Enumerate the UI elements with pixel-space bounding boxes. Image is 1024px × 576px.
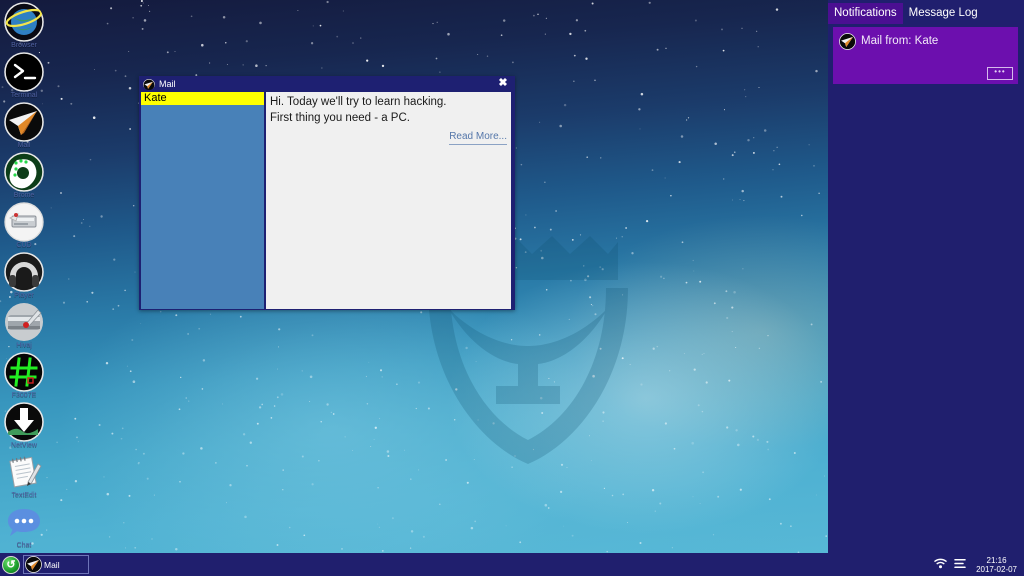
- desktop-icon-browser[interactable]: Browser: [0, 2, 48, 52]
- desktop-icon-hivaj[interactable]: Hivaj: [0, 302, 48, 352]
- desktop-icon-label: Browser: [11, 42, 37, 49]
- mail-icon: [839, 33, 856, 50]
- desktop-icon-label: Brome: [13, 192, 35, 199]
- taskbar-window-mail[interactable]: Mail: [23, 555, 89, 574]
- list-menu-icon[interactable]: [954, 556, 966, 574]
- brome-icon: [4, 152, 44, 192]
- tab-message-log[interactable]: Message Log: [903, 3, 984, 24]
- desktop-icon-label: Terminal: [10, 92, 38, 99]
- mail-window-titlebar[interactable]: Mail ✖: [139, 76, 515, 91]
- desktop-icon-textedit[interactable]: TextEdit: [0, 452, 48, 502]
- notification-tabs: Notifications Message Log: [828, 0, 1024, 24]
- taskbar: ↺ Mail 21:16 2017-02-07: [0, 553, 1024, 576]
- notification-panel: Notifications Message Log Mail from: Kat…: [828, 0, 1024, 576]
- desktop-icon-label: Player: [14, 292, 34, 299]
- clock-time: 21:16: [986, 555, 1007, 565]
- desktop-icon-player[interactable]: Player: [0, 252, 48, 302]
- start-button[interactable]: ↺: [2, 555, 20, 574]
- mail-window[interactable]: Mail ✖ Kate Hi. Today we'll try to learn…: [139, 76, 515, 310]
- desktop-icon-terminal[interactable]: Terminal: [0, 52, 48, 102]
- desktop-icon-netview[interactable]: NetView: [0, 402, 48, 452]
- desktop-icon-label: Hivaj: [16, 342, 32, 349]
- notification-more-button[interactable]: •••: [987, 67, 1013, 80]
- terminal-icon: [4, 52, 44, 92]
- textedit-icon: [4, 452, 44, 492]
- tab-notifications[interactable]: Notifications: [828, 3, 903, 24]
- mail-window-title: Mail: [159, 78, 176, 89]
- read-more-link[interactable]: Read More...: [449, 130, 507, 145]
- hivaj-icon: [4, 302, 44, 342]
- message-line: First thing you need - a PC.: [270, 112, 410, 124]
- desktop-icon-label: Mail: [17, 142, 31, 149]
- notification-text: Mail from: Kate: [861, 35, 939, 47]
- desktop-icon-label: Chat: [16, 542, 32, 549]
- system-tray: 21:16 2017-02-07: [934, 556, 1024, 574]
- mail-message-pane: Hi. Today we'll try to learn hacking. Fi…: [266, 92, 511, 309]
- desktop-icon-column: Browser Terminal Mail Brome CUD Player H…: [0, 0, 48, 552]
- desktop-icon-label: NetView: [11, 442, 37, 449]
- cud-icon: [4, 202, 44, 242]
- notification-item[interactable]: Mail from: Kate •••: [833, 27, 1018, 84]
- mail-sender-list[interactable]: Kate: [141, 92, 264, 309]
- close-icon[interactable]: ✖: [495, 76, 511, 91]
- desktop-icon-label: TextEdit: [11, 492, 37, 499]
- mail-window-body: Kate Hi. Today we'll try to learn hackin…: [139, 91, 515, 310]
- chat-icon: [4, 502, 44, 542]
- message-line: Hi. Today we'll try to learn hacking.: [270, 96, 447, 108]
- desktop-icon-label: CUD: [16, 242, 32, 249]
- mail-icon: [4, 102, 44, 142]
- hash-icon: [4, 352, 44, 392]
- start-icon: ↺: [6, 558, 16, 571]
- clock[interactable]: 21:16 2017-02-07: [973, 556, 1017, 574]
- desktop-icon-label: F3007E: [11, 392, 37, 399]
- player-icon: [4, 252, 44, 292]
- desktop-icon-mail[interactable]: Mail: [0, 102, 48, 152]
- taskbar-window-label: Mail: [44, 559, 60, 570]
- mail-icon: [25, 556, 42, 573]
- desktop-icon-f3007e[interactable]: F3007E: [0, 352, 48, 402]
- desktop-icon-cud[interactable]: CUD: [0, 202, 48, 252]
- desktop-screen: Browser Terminal Mail Brome CUD Player H…: [0, 0, 1024, 576]
- netview-icon: [4, 402, 44, 442]
- desktop-icon-chat[interactable]: Chat: [0, 502, 48, 552]
- clock-date: 2017-02-07: [976, 564, 1017, 574]
- desktop-icon-brome[interactable]: Brome: [0, 152, 48, 202]
- globe-icon: [4, 2, 44, 42]
- list-item[interactable]: Kate: [141, 92, 264, 105]
- read-more-row: Read More...: [266, 126, 511, 145]
- wifi-icon[interactable]: [934, 556, 947, 574]
- mail-icon: [143, 78, 155, 90]
